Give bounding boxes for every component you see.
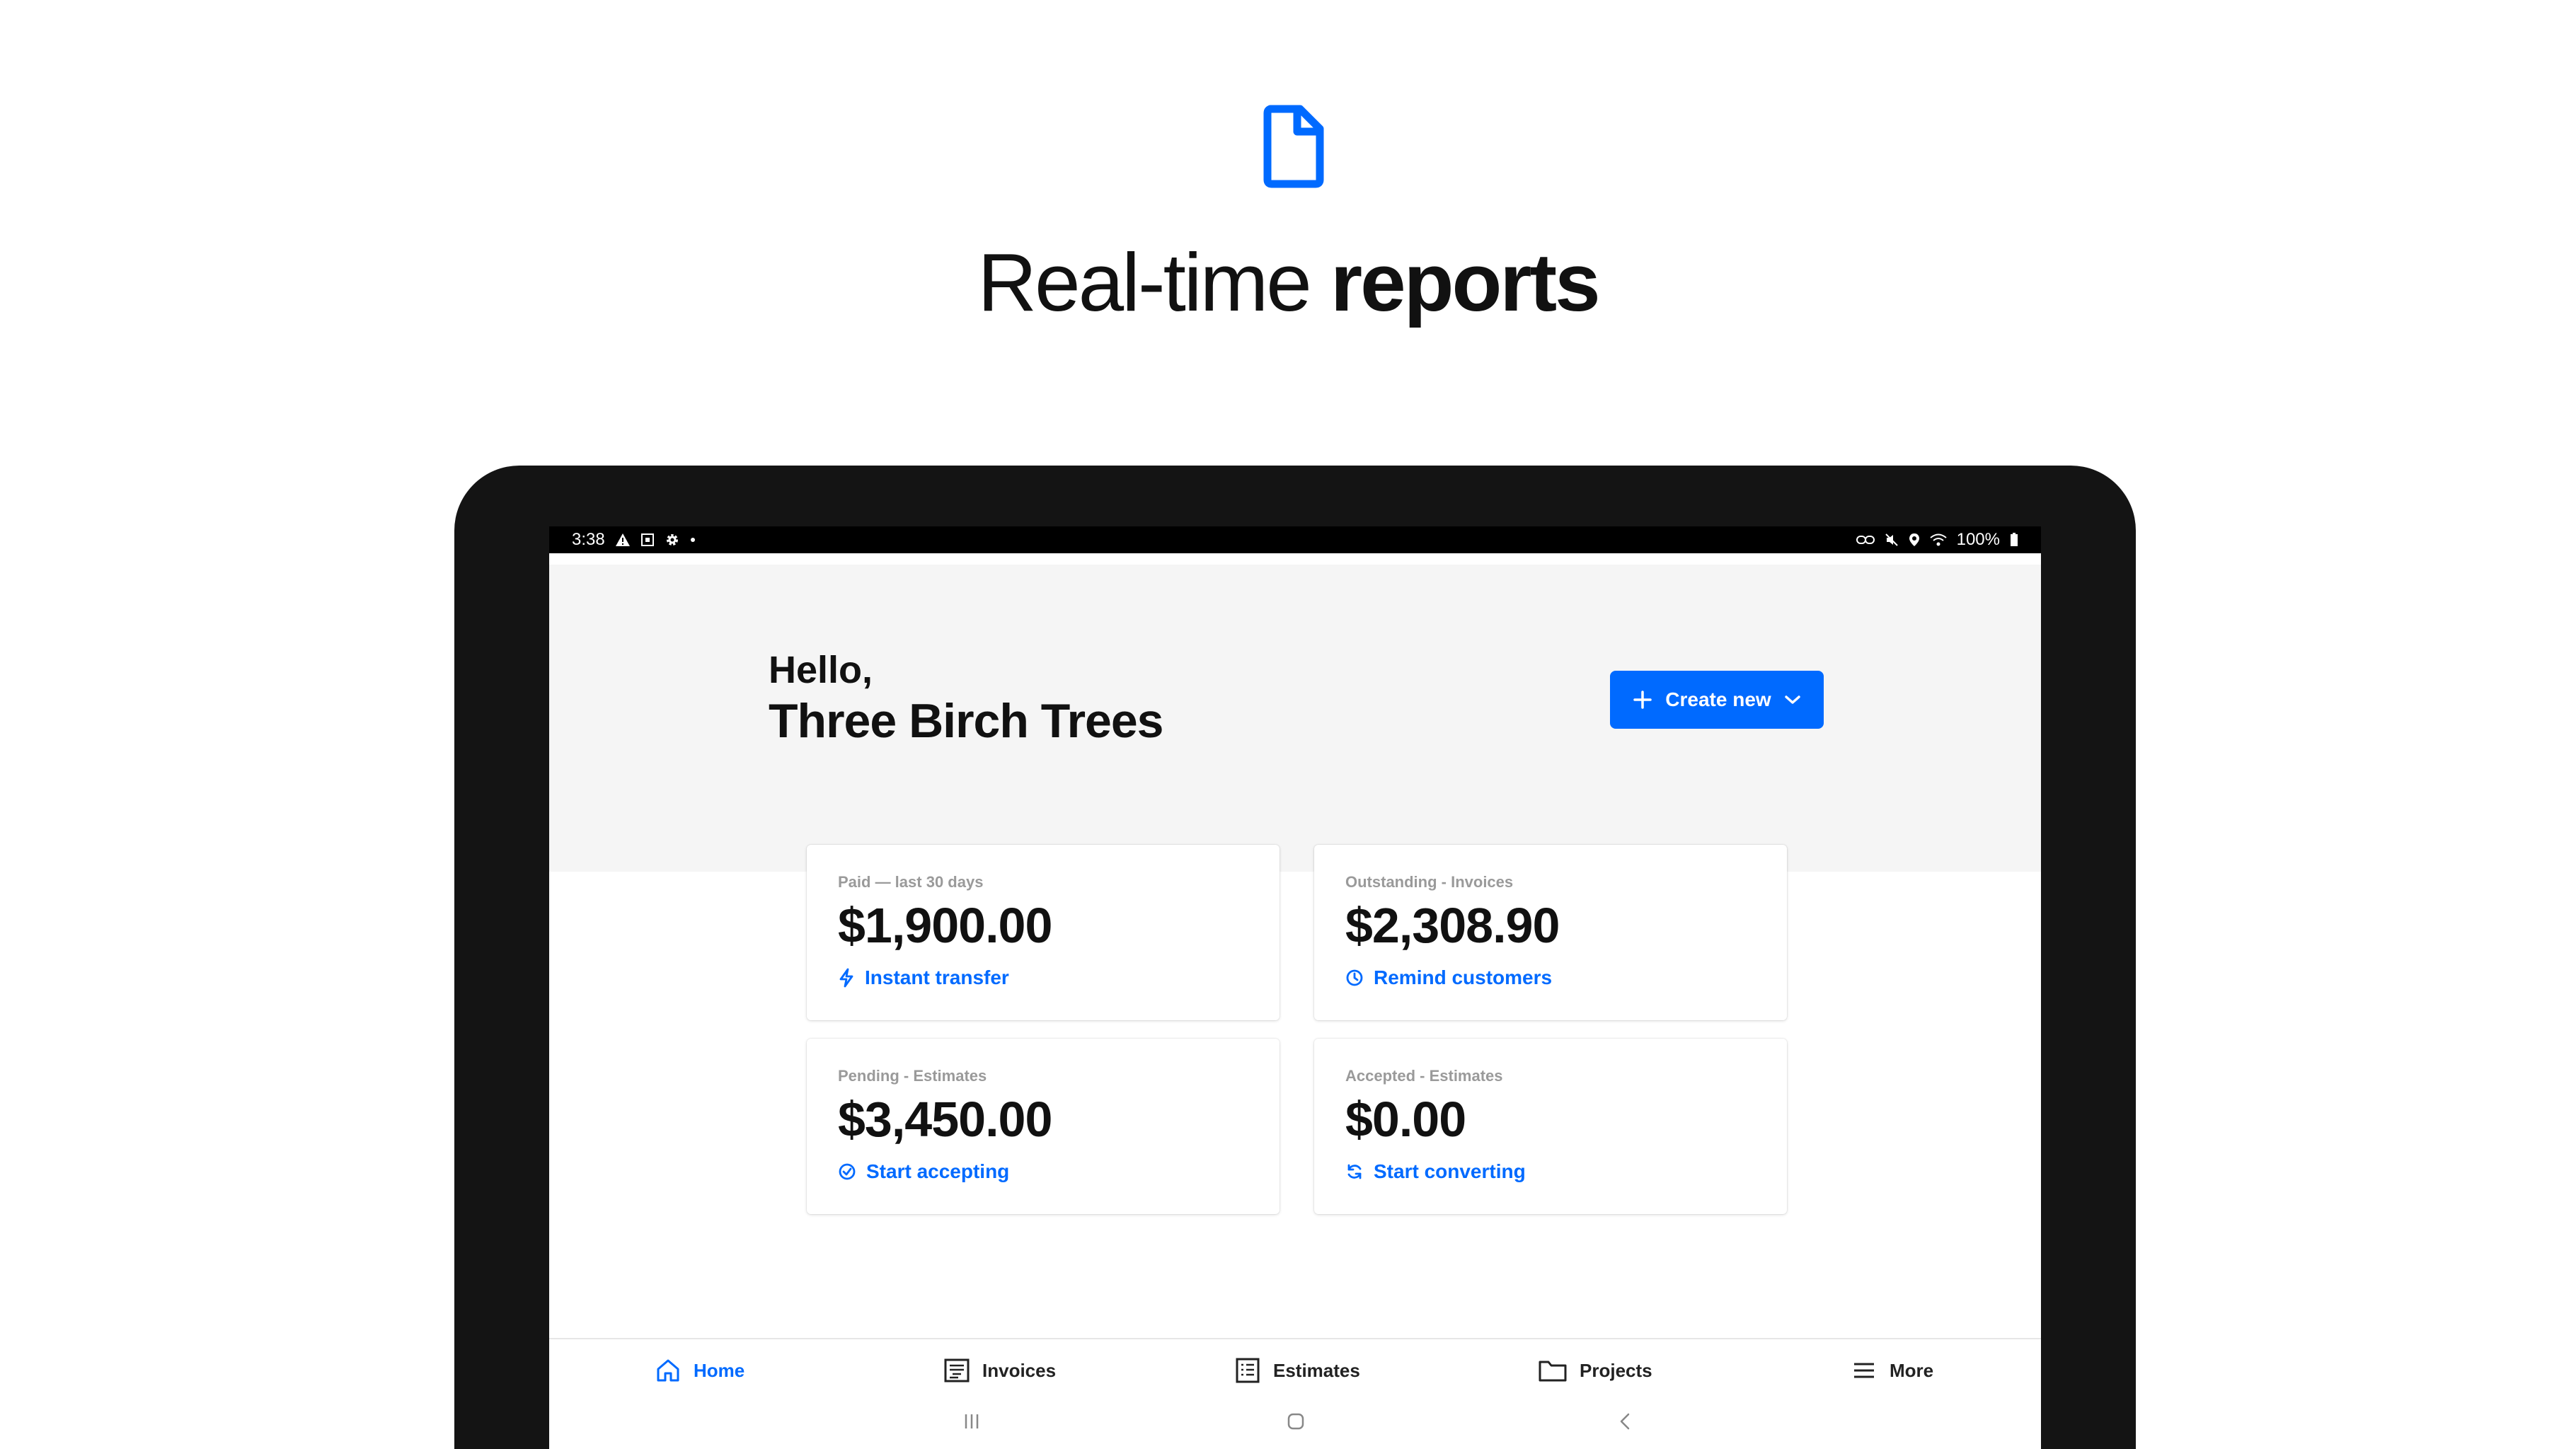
- start-accepting-link[interactable]: Start accepting: [838, 1160, 1248, 1183]
- card-action-label: Start converting: [1374, 1160, 1526, 1182]
- refresh-icon: [1347, 1164, 1362, 1179]
- card-amount: $1,900.00: [838, 898, 1052, 953]
- nav-more-label: More: [1890, 1359, 1934, 1381]
- start-converting-link[interactable]: Start converting: [1345, 1160, 1756, 1183]
- nav-projects-label: Projects: [1580, 1359, 1652, 1381]
- nav-estimates-label: Estimates: [1273, 1359, 1360, 1381]
- card-amount: $2,308.90: [1345, 898, 1560, 953]
- create-new-label: Create new: [1665, 688, 1771, 710]
- nav-item-invoices[interactable]: Invoices: [943, 1356, 1056, 1385]
- location-icon: [1909, 533, 1919, 546]
- nav-home-label: Home: [694, 1359, 745, 1381]
- greeting-hello: Hello,: [769, 649, 873, 691]
- wifi-icon: [1929, 533, 1947, 546]
- clock-icon: [1346, 969, 1363, 986]
- app-screen: 3:38 100% Hello, Three Birch Trees Creat…: [549, 526, 2041, 1449]
- status-time: 3:38: [572, 530, 605, 549]
- chevron-down-icon: [1784, 695, 1800, 704]
- plus-icon: [1633, 691, 1652, 709]
- promo-title: Real-time reports: [0, 235, 2576, 330]
- card-label: Paid — last 30 days: [838, 873, 984, 891]
- mute-icon: [1885, 533, 1898, 546]
- card-action-label: Remind customers: [1374, 966, 1553, 988]
- nav-invoices-label: Invoices: [982, 1359, 1057, 1381]
- business-name: Three Birch Trees: [769, 694, 1163, 749]
- promo-title-light: Real-time: [977, 236, 1330, 328]
- home-icon: [657, 1359, 679, 1382]
- remind-customers-link[interactable]: Remind customers: [1345, 966, 1756, 989]
- card-amount: $3,450.00: [838, 1092, 1052, 1147]
- pending-summary-card[interactable]: Pending - Estimates $3,450.00 Start acce…: [807, 1039, 1280, 1214]
- estimate-icon: [1236, 1358, 1260, 1383]
- link-icon: [1856, 536, 1875, 544]
- card-amount: $0.00: [1345, 1092, 1466, 1147]
- nav-item-home[interactable]: Home: [654, 1356, 744, 1385]
- greeting: Hello, Three Birch Trees: [769, 649, 1163, 751]
- screenshot-icon: [640, 533, 654, 546]
- nav-item-more[interactable]: More: [1850, 1356, 1933, 1385]
- check-circle-icon: [839, 1163, 856, 1179]
- status-bar: 3:38 100%: [549, 526, 2041, 553]
- outstanding-summary-card[interactable]: Outstanding - Invoices $2,308.90 Remind …: [1314, 845, 1787, 1020]
- back-icon[interactable]: [1615, 1411, 1636, 1432]
- dot-icon: [690, 538, 695, 542]
- warning-icon: [615, 533, 630, 546]
- create-new-button[interactable]: Create new: [1610, 671, 1824, 729]
- document-icon: [1263, 105, 1324, 188]
- battery-icon: [2011, 533, 2018, 546]
- lightning-icon: [839, 968, 853, 987]
- home-button-icon[interactable]: [1285, 1411, 1306, 1432]
- card-label: Pending - Estimates: [838, 1067, 987, 1085]
- folder-icon: [1539, 1361, 1567, 1382]
- menu-icon: [1854, 1363, 1874, 1378]
- nav-item-estimates[interactable]: Estimates: [1234, 1356, 1360, 1385]
- instant-transfer-link[interactable]: Instant transfer: [838, 966, 1248, 989]
- system-navigation: [549, 1404, 2041, 1449]
- battery-percent: 100%: [1956, 530, 2000, 549]
- card-action-label: Instant transfer: [865, 966, 1009, 988]
- bottom-navigation: Home Invoices Estimates Projects More: [549, 1338, 2041, 1402]
- nav-item-projects[interactable]: Projects: [1537, 1356, 1652, 1385]
- accepted-summary-card[interactable]: Accepted - Estimates $0.00 Start convert…: [1314, 1039, 1787, 1214]
- card-action-label: Start accepting: [866, 1160, 1010, 1182]
- card-label: Outstanding - Invoices: [1345, 873, 1514, 891]
- recents-icon[interactable]: [961, 1411, 982, 1432]
- gear-icon: [666, 534, 678, 545]
- invoice-icon: [944, 1358, 970, 1382]
- paid-summary-card[interactable]: Paid — last 30 days $1,900.00 Instant tr…: [807, 845, 1280, 1020]
- card-label: Accepted - Estimates: [1345, 1067, 1503, 1085]
- promo-title-bold: reports: [1330, 236, 1601, 328]
